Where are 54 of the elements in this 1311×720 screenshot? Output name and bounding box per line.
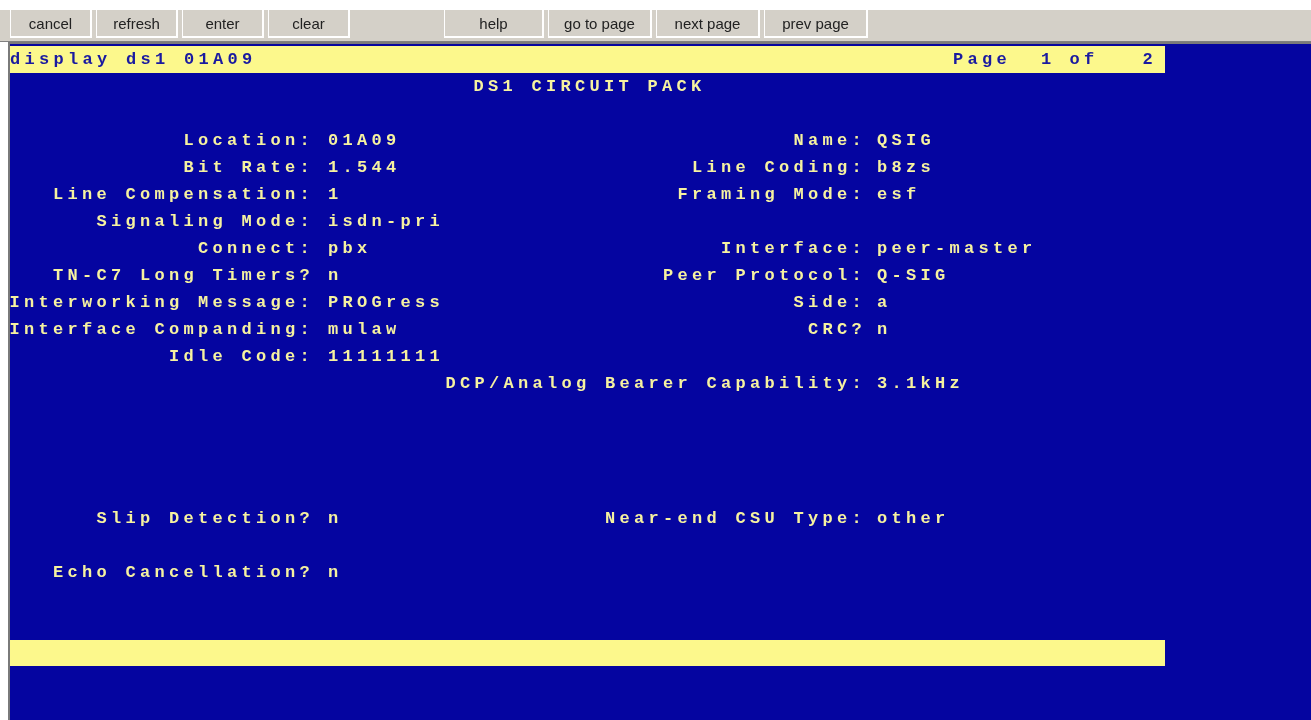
field-value: other bbox=[877, 508, 950, 530]
toolbar-button[interactable]: go to page bbox=[548, 10, 652, 38]
page-label: Page bbox=[952, 49, 1011, 71]
field-value: a bbox=[877, 292, 892, 314]
toolbar-button[interactable]: prev page bbox=[764, 10, 868, 38]
field-label: Side: bbox=[793, 292, 866, 314]
field-label: Bit Rate: bbox=[183, 157, 314, 179]
field-label: DCP/Analog Bearer Capability: bbox=[445, 373, 866, 395]
field-value: n bbox=[877, 319, 892, 341]
field-label: Connect: bbox=[198, 238, 314, 260]
toolbar-button[interactable]: enter bbox=[182, 10, 264, 38]
field-value: esf bbox=[877, 184, 921, 206]
toolbar-button[interactable]: cancel bbox=[10, 10, 92, 38]
field-label: Peer Protocol: bbox=[662, 265, 866, 287]
field-label: TN-C7 Long Timers? bbox=[52, 265, 314, 287]
field-label: Line Compensation: bbox=[52, 184, 314, 206]
field-label: Near-end CSU Type: bbox=[604, 508, 866, 530]
field-label: Framing Mode: bbox=[677, 184, 866, 206]
field-value: 11111111 bbox=[328, 346, 444, 368]
field-label: Echo Cancellation? bbox=[52, 562, 314, 584]
field-value: 1 bbox=[328, 184, 343, 206]
field-value: isdn-pri bbox=[328, 211, 444, 233]
page-total: 2 bbox=[1142, 49, 1157, 71]
field-label: Name: bbox=[793, 130, 866, 152]
field-label: Idle Code: bbox=[168, 346, 314, 368]
field-label: Interface Companding: bbox=[9, 319, 314, 341]
field-value: QSIG bbox=[877, 130, 935, 152]
page-of-label: of bbox=[1069, 49, 1099, 71]
field-value: n bbox=[328, 562, 343, 584]
toolbar-button[interactable]: help bbox=[444, 10, 544, 38]
field-value: peer-master bbox=[877, 238, 1037, 260]
field-label: Line Coding: bbox=[691, 157, 866, 179]
command-text: display ds1 01A09 bbox=[10, 49, 257, 71]
field-value: mulaw bbox=[328, 319, 401, 341]
field-label: Interface: bbox=[720, 238, 866, 260]
field-value: 01A09 bbox=[328, 130, 401, 152]
page-number: 1 bbox=[1040, 49, 1056, 71]
toolbar-button[interactable]: refresh bbox=[96, 10, 178, 38]
field-label: Interworking Message: bbox=[9, 292, 314, 314]
field-label: Slip Detection? bbox=[96, 508, 314, 530]
field-value: Q-SIG bbox=[877, 265, 950, 287]
field-value: pbx bbox=[328, 238, 372, 260]
field-value: b8zs bbox=[877, 157, 935, 179]
field-value: PROGress bbox=[328, 292, 444, 314]
field-label: CRC? bbox=[808, 319, 866, 341]
field-value: 3.1kHz bbox=[877, 373, 964, 395]
field-value: n bbox=[328, 265, 343, 287]
toolbar-button[interactable]: clear bbox=[268, 10, 350, 38]
field-value: 1.544 bbox=[328, 157, 401, 179]
field-value: n bbox=[328, 508, 343, 530]
form-title: DS1 CIRCUIT PACK bbox=[472, 76, 706, 98]
field-label: Signaling Mode: bbox=[96, 211, 314, 233]
toolbar-button[interactable]: next page bbox=[656, 10, 760, 38]
field-label: Location: bbox=[183, 130, 314, 152]
